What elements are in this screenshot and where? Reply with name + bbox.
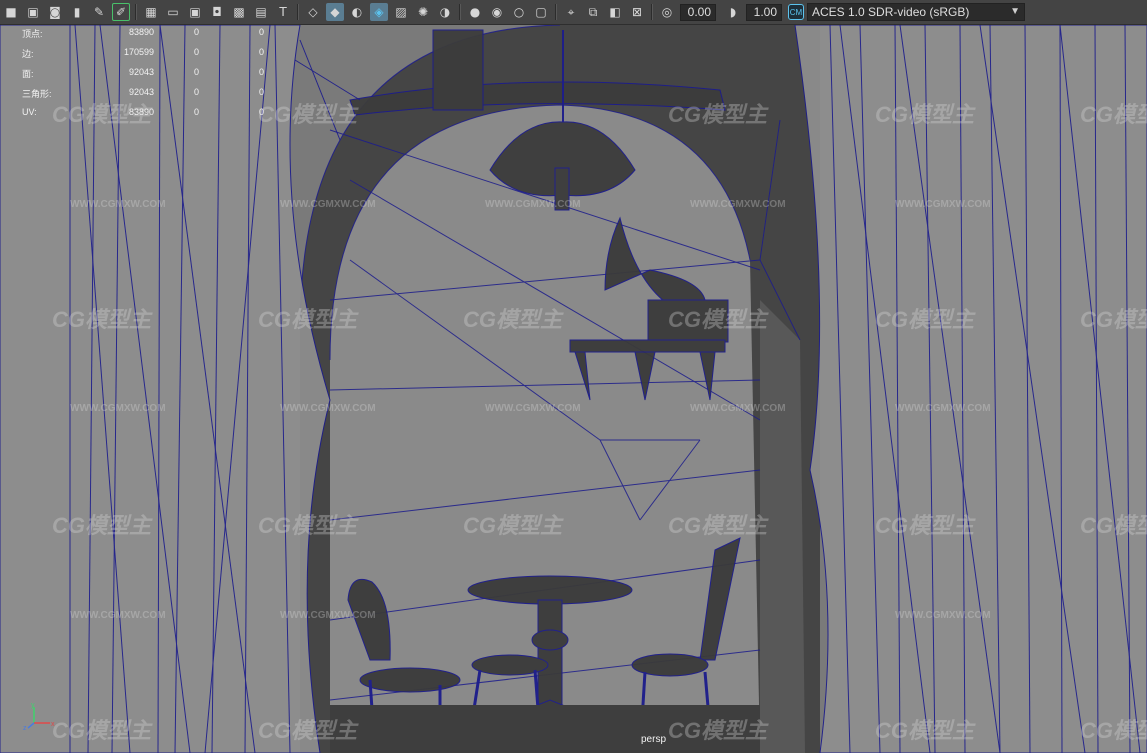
color-management-icon[interactable]: CM — [788, 4, 804, 20]
gate-mask-icon[interactable]: ◘ — [208, 3, 226, 21]
frame-icon[interactable]: ⌖ — [562, 3, 580, 21]
camera-attr-icon[interactable]: ▣ — [24, 3, 42, 21]
isolate-select-icon[interactable]: ⊠ — [628, 3, 646, 21]
perspective-viewport[interactable]: CG模型主 CG模型主 CG模型主 CG模型主 CG模型主 CG模型主 CG模型… — [0, 25, 1147, 753]
use-all-lights-icon[interactable]: ✺ — [414, 3, 432, 21]
hud-row-faces: 面: 92043 0 0 — [22, 65, 282, 85]
hud-label: 边: — [22, 49, 34, 59]
hud-label: 三角形: — [22, 89, 52, 99]
xray-icon[interactable]: ▨ — [392, 3, 410, 21]
axis-x-label: x — [51, 721, 55, 728]
hud-value: 0 — [259, 87, 265, 97]
xray-joints-icon[interactable]: ⧉ — [584, 3, 602, 21]
toolbar-separator — [135, 4, 137, 20]
hud-value: 92043 — [128, 67, 154, 77]
viewport-toolbar: ■ ▣ ◙ ▮ ✎ ✐ ▦ ▭ ▣ ◘ ▩ ▤ T ◇ ◆ ◐ ◈ ▨ ✺ ◑ … — [0, 0, 1147, 25]
hud-label: 顶点: — [22, 29, 43, 39]
axis-y-label: y — [31, 702, 35, 709]
grease-pencil-icon[interactable]: ✎ — [90, 3, 108, 21]
bookmark-icon[interactable]: ◙ — [46, 3, 64, 21]
field-chart-icon[interactable]: ▩ — [230, 3, 248, 21]
hud-value: 0 — [194, 107, 200, 117]
xray-tools-group: ⌖ ⧉ ◧ ⊠ — [560, 0, 648, 24]
toolbar-separator — [297, 4, 299, 20]
resolution-gate-icon[interactable]: ▣ — [186, 3, 204, 21]
shadows-icon[interactable]: ◑ — [436, 3, 454, 21]
wireframe-icon[interactable]: ◇ — [304, 3, 322, 21]
wireframe-on-shaded-icon[interactable]: ◈ — [370, 3, 388, 21]
hud-row-uvs: UV: 83890 0 0 — [22, 105, 282, 125]
shading-tools-group: ◇ ◆ ◐ ◈ ▨ ✺ ◑ — [302, 0, 456, 24]
image-plane-icon[interactable]: ▮ — [68, 3, 86, 21]
hud-value: 0 — [194, 87, 200, 97]
depth-of-field-icon[interactable]: ▢ — [532, 3, 550, 21]
hud-value: 0 — [194, 47, 200, 57]
motion-blur-icon[interactable]: ◉ — [488, 3, 506, 21]
gate-tools-group: ▦ ▭ ▣ ◘ ▩ ▤ T — [140, 0, 294, 24]
film-gate-icon[interactable]: ▭ — [164, 3, 182, 21]
exposure-icon[interactable]: ◎ — [658, 3, 676, 21]
scene-wireframe — [0, 25, 1147, 753]
view-transform-dropdown[interactable]: ACES 1.0 SDR-video (sRGB) ▼ — [807, 3, 1025, 21]
toolbar-separator — [651, 4, 653, 20]
hud-value: 83890 — [128, 107, 154, 117]
axis-z-label: z — [23, 725, 27, 731]
hud-value: 0 — [259, 107, 265, 117]
hud-label: 面: — [22, 69, 34, 79]
hud-label: UV: — [22, 107, 37, 117]
anti-aliasing-icon[interactable]: ○ — [510, 3, 528, 21]
chevron-down-icon: ▼ — [1010, 6, 1020, 17]
grid-icon[interactable]: ▦ — [142, 3, 160, 21]
axis-gizmo: y x z — [23, 702, 55, 731]
hud-row-vertices: 顶点: 83890 0 0 — [22, 25, 282, 45]
render-tools-group: ● ◉ ○ ▢ — [464, 0, 552, 24]
exposure-field[interactable]: 0.00 — [680, 3, 716, 21]
hud-value: 0 — [259, 67, 265, 77]
hud-value: 0 — [194, 67, 200, 77]
ambient-occlusion-icon[interactable]: ● — [466, 3, 484, 21]
toolbar-separator — [555, 4, 557, 20]
hud-value: 170599 — [123, 47, 154, 57]
hud-value: 0 — [259, 27, 265, 37]
safe-action-icon[interactable]: ▤ — [252, 3, 270, 21]
safe-title-icon[interactable]: T — [274, 3, 292, 21]
gamma-icon[interactable]: ◗ — [724, 3, 742, 21]
pencil-icon[interactable]: ✐ — [112, 3, 130, 21]
camera-tools-group: ■ ▣ ◙ ▮ ✎ ✐ — [0, 0, 132, 24]
poly-count-hud: 顶点: 83890 0 0 边: 170599 0 0 面: 92043 0 0… — [22, 25, 282, 125]
camera-icon[interactable]: ■ — [2, 3, 20, 21]
hud-value: 0 — [259, 47, 265, 57]
camera-name-label: persp — [641, 734, 667, 745]
view-transform-value: ACES 1.0 SDR-video (sRGB) — [812, 5, 970, 19]
toolbar-separator — [459, 4, 461, 20]
use-default-material-icon[interactable]: ◐ — [348, 3, 366, 21]
hud-row-triangles: 三角形: 92043 0 0 — [22, 85, 282, 105]
xray-active-icon[interactable]: ◧ — [606, 3, 624, 21]
gamma-field[interactable]: 1.00 — [746, 3, 782, 21]
smooth-shade-icon[interactable]: ◆ — [326, 3, 344, 21]
hud-value: 0 — [194, 27, 200, 37]
hud-row-edges: 边: 170599 0 0 — [22, 45, 282, 65]
hud-value: 83890 — [128, 27, 154, 37]
hud-value: 92043 — [128, 87, 154, 97]
